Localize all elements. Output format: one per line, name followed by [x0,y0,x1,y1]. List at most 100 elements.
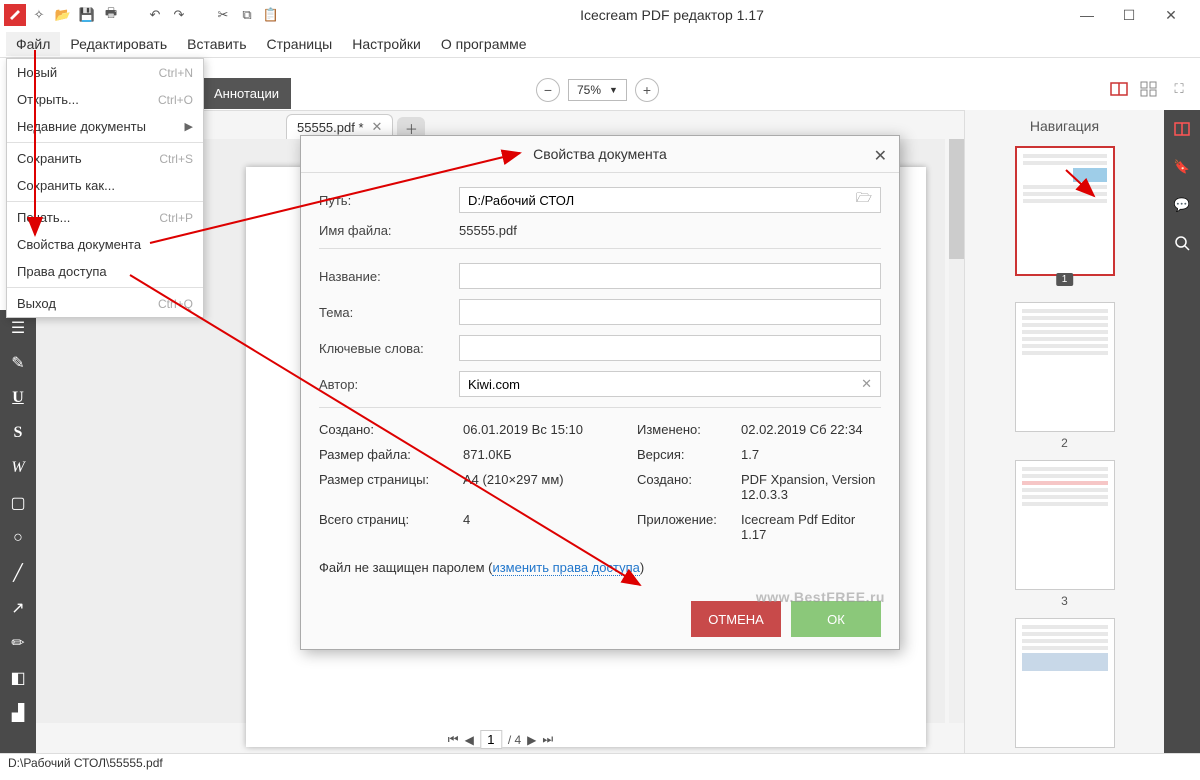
menu-item-new[interactable]: НовыйCtrl+N [7,59,203,86]
grid-view-icon[interactable] [1138,78,1160,100]
menu-item-permissions[interactable]: Права доступа [7,258,203,285]
file-menu-dropdown: НовыйCtrl+N Открыть...Ctrl+O Недавние до… [6,58,204,318]
document-tab-label: 55555.pdf * [297,120,364,135]
zoom-out-button[interactable]: − [536,78,560,102]
watermark-text: www.BestFREE.ru [756,589,885,605]
line-tool-icon[interactable]: ╱ [0,555,36,590]
zoom-in-button[interactable]: + [635,78,659,102]
redo-icon[interactable]: ↷ [168,4,190,26]
input-title[interactable] [468,269,872,284]
undo-icon[interactable]: ↶ [144,4,166,26]
wave-tool-icon[interactable]: W [0,450,36,485]
menu-bar: Файл Редактировать Вставить Страницы Нас… [0,30,1200,58]
cancel-button[interactable]: ОТМЕНА [691,601,781,637]
input-path[interactable] [468,193,856,208]
menu-item-exit[interactable]: ВыходCtrl+Q [7,290,203,317]
ok-button[interactable]: ОК [791,601,881,637]
submenu-arrow-icon: ▶ [185,120,193,133]
label-keywords: Ключевые слова: [319,341,459,356]
label-pagecount: Всего страниц: [319,512,459,542]
value-filename: 55555.pdf [459,223,881,238]
print-icon[interactable]: 🖶 [100,4,122,26]
close-window-button[interactable]: ✕ [1156,7,1186,24]
menu-item-open[interactable]: Открыть...Ctrl+O [7,86,203,113]
fit-width-icon[interactable] [1108,78,1130,100]
comments-icon[interactable]: 💬 [1164,186,1200,224]
menu-about[interactable]: О программе [431,32,537,56]
open-icon[interactable]: 📂 [52,4,74,26]
new-doc-icon[interactable]: ✧ [28,4,50,26]
minimize-button[interactable]: — [1072,7,1102,24]
value-modified: 02.02.2019 Сб 22:34 [741,422,881,437]
right-toolbar: 🔖 💬 [1164,110,1200,753]
left-toolbar: ☰ ✎ U S W ▢ ○ ╱ ↗ ✏ ◧ ▟ [0,310,36,753]
menu-insert[interactable]: Вставить [177,32,256,56]
menu-item-recent[interactable]: Недавние документы▶ [7,113,203,140]
strike-tool-icon[interactable]: S [0,415,36,450]
label-creator: Создано: [637,472,737,502]
secondary-toolbar: Аннотации − 75%▼ + ⛶ [36,58,1200,110]
paste-icon[interactable]: 📋 [260,4,282,26]
close-tab-icon[interactable]: ✕ [372,119,383,135]
document-properties-dialog: Свойства документа ✕ Путь: 🗁 Имя файла: … [300,135,900,650]
menu-settings[interactable]: Настройки [342,32,431,56]
browse-folder-icon[interactable]: 🗁 [856,189,872,211]
chevron-down-icon: ▼ [609,85,618,95]
underline-tool-icon[interactable]: U [0,380,36,415]
window-title: Icecream PDF редактор 1.17 [282,7,1062,23]
nav-last-icon[interactable]: ⏭ [542,732,553,747]
copy-icon[interactable]: ⧉ [236,4,258,26]
menu-item-print[interactable]: Печать...Ctrl+P [7,204,203,231]
menu-file[interactable]: Файл [6,32,60,56]
circle-tool-icon[interactable]: ○ [0,520,36,555]
menu-pages[interactable]: Страницы [256,32,342,56]
change-permissions-link[interactable]: изменить права доступа [492,560,639,576]
label-filename: Имя файла: [319,223,459,238]
tab-annotations[interactable]: Аннотации [202,78,291,109]
scrollbar-vertical[interactable] [949,139,965,723]
pencil-tool-icon[interactable]: ✏ [0,625,36,660]
search-icon[interactable] [1164,224,1200,262]
value-version: 1.7 [741,447,881,462]
dialog-close-button[interactable]: ✕ [874,146,887,166]
maximize-button[interactable]: ☐ [1114,7,1144,24]
label-topic: Тема: [319,305,459,320]
page-thumbnail-4[interactable] [1015,618,1115,748]
title-bar: ✧ 📂 💾 🖶 ↶ ↷ ✂ ⧉ 📋 Icecream PDF редактор … [0,0,1200,30]
label-version: Версия: [637,447,737,462]
zoom-value[interactable]: 75%▼ [568,79,627,101]
page-total: / 4 [508,733,521,747]
save-icon[interactable]: 💾 [76,4,98,26]
navigation-title: Навигация [965,110,1164,142]
dialog-title: Свойства документа ✕ [301,136,899,173]
menu-item-save[interactable]: СохранитьCtrl+S [7,145,203,172]
page-thumbnail-3[interactable] [1015,460,1115,590]
eraser-tool-icon[interactable]: ◧ [0,660,36,695]
label-author: Автор: [319,377,459,392]
input-keywords[interactable] [468,341,872,356]
menu-item-properties[interactable]: Свойства документа [7,231,203,258]
input-author[interactable] [468,377,861,392]
page-navigator: ⏮ ◀ / 4 ▶ ⏭ [448,730,553,749]
clear-author-icon[interactable]: ✕ [861,376,872,392]
pen-tool-icon[interactable]: ✎ [0,345,36,380]
arrow-tool-icon[interactable]: ↗ [0,590,36,625]
rect-tool-icon[interactable]: ▢ [0,485,36,520]
bookmarks-icon[interactable]: 🔖 [1164,148,1200,186]
page-thumbnail-1[interactable]: 1 [1015,146,1115,276]
cut-icon[interactable]: ✂ [212,4,234,26]
nav-first-icon[interactable]: ⏮ [448,732,459,747]
app-logo-icon [4,4,26,26]
value-created: 06.01.2019 Вс 15:10 [463,422,633,437]
page-thumbnail-2[interactable] [1015,302,1115,432]
scrollbar-thumb[interactable] [949,139,965,259]
nav-next-icon[interactable]: ▶ [527,733,536,747]
fullscreen-icon[interactable]: ⛶ [1168,78,1190,100]
menu-item-save-as[interactable]: Сохранить как... [7,172,203,199]
page-current-input[interactable] [480,730,502,749]
stamp-tool-icon[interactable]: ▟ [0,695,36,730]
thumbnails-icon[interactable] [1164,110,1200,148]
input-topic[interactable] [468,305,872,320]
nav-prev-icon[interactable]: ◀ [465,733,474,747]
menu-edit[interactable]: Редактировать [60,32,177,56]
